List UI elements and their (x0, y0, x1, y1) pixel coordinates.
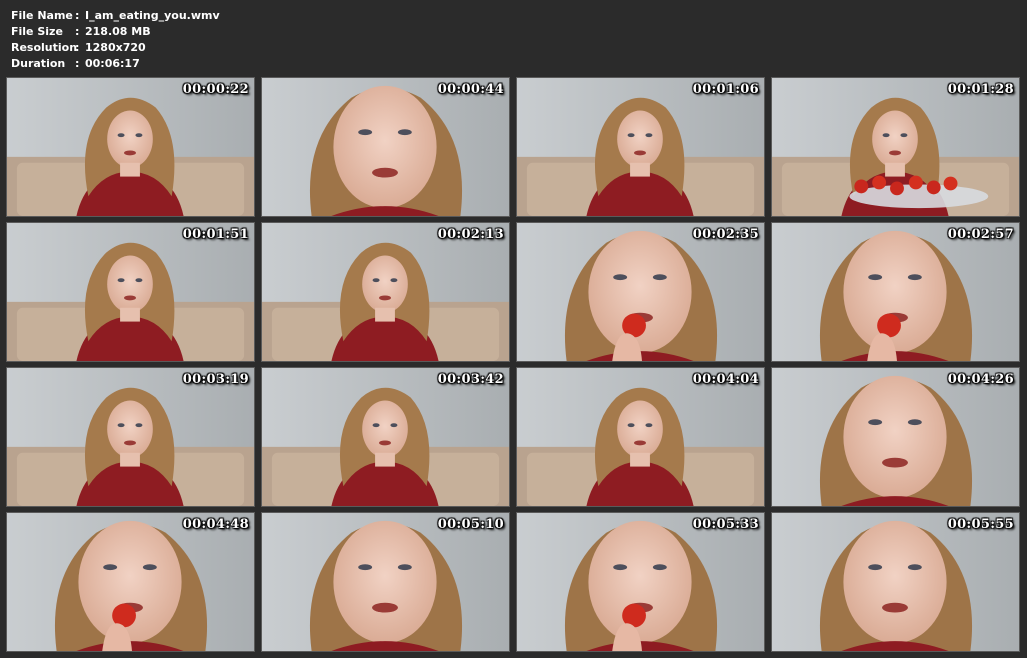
duration-separator: : (75, 57, 80, 70)
file-size-row: File Size : 218.08 MB (11, 24, 220, 40)
thumbnail[interactable]: 00:03:19 (6, 367, 255, 507)
thumbnail[interactable]: 00:04:48 (6, 512, 255, 652)
thumbnail[interactable]: 00:05:55 (771, 512, 1020, 652)
thumbnail[interactable]: 00:05:10 (261, 512, 510, 652)
file-size-label: File Size (11, 25, 63, 38)
thumbnail[interactable]: 00:05:33 (516, 512, 765, 652)
thumbnail-timestamp: 00:03:42 (437, 372, 504, 387)
resolution-separator: : (75, 41, 80, 54)
frame-image (7, 78, 254, 216)
thumbnail-timestamp: 00:04:26 (947, 372, 1014, 387)
frame-image (517, 78, 764, 216)
frame-image (7, 223, 254, 361)
thumbnail[interactable]: 00:01:51 (6, 222, 255, 362)
frame-image (262, 223, 509, 361)
frame-image (517, 223, 764, 361)
thumbnail-timestamp: 00:02:57 (947, 227, 1014, 242)
file-name-separator: : (75, 9, 80, 22)
thumbnail[interactable]: 00:03:42 (261, 367, 510, 507)
frame-image (262, 513, 509, 651)
duration-label: Duration (11, 57, 66, 70)
thumbnail-timestamp: 00:05:10 (437, 517, 504, 532)
thumbnail[interactable]: 00:01:28 (771, 77, 1020, 217)
file-size-value: 218.08 MB (85, 25, 151, 38)
thumbnail-timestamp: 00:01:51 (182, 227, 249, 242)
file-name-value: I_am_eating_you.wmv (85, 9, 220, 22)
thumbnail-timestamp: 00:03:19 (182, 372, 249, 387)
resolution-row: Resolution : 1280x720 (11, 40, 220, 56)
duration-row: Duration : 00:06:17 (11, 56, 220, 72)
thumbnail-timestamp: 00:01:28 (947, 82, 1014, 97)
file-name-label: File Name (11, 9, 73, 22)
frame-image (772, 513, 1019, 651)
thumbnail-timestamp: 00:05:33 (692, 517, 759, 532)
file-info-header: File Name : I_am_eating_you.wmv File Siz… (11, 8, 220, 72)
thumbnail-timestamp: 00:04:48 (182, 517, 249, 532)
resolution-value: 1280x720 (85, 41, 146, 54)
frame-image (772, 78, 1019, 216)
thumbnail-timestamp: 00:01:06 (692, 82, 759, 97)
frame-image (772, 223, 1019, 361)
frame-image (262, 368, 509, 506)
resolution-label: Resolution (11, 41, 78, 54)
thumbnail-grid: 00:00:22 00:00:44 00:01:06 00:01:28 00:0… (6, 77, 1020, 652)
duration-value: 00:06:17 (85, 57, 140, 70)
file-name-row: File Name : I_am_eating_you.wmv (11, 8, 220, 24)
thumbnail-timestamp: 00:00:22 (182, 82, 249, 97)
frame-image (262, 78, 509, 216)
thumbnail-timestamp: 00:05:55 (947, 517, 1014, 532)
frame-image (7, 368, 254, 506)
frame-image (7, 513, 254, 651)
thumbnail-timestamp: 00:02:35 (692, 227, 759, 242)
thumbnail[interactable]: 00:04:04 (516, 367, 765, 507)
thumbnail-timestamp: 00:04:04 (692, 372, 759, 387)
thumbnail[interactable]: 00:02:35 (516, 222, 765, 362)
thumbnail[interactable]: 00:01:06 (516, 77, 765, 217)
frame-image (517, 368, 764, 506)
file-size-separator: : (75, 25, 80, 38)
thumbnail[interactable]: 00:00:44 (261, 77, 510, 217)
thumbnail[interactable]: 00:02:13 (261, 222, 510, 362)
frame-image (517, 513, 764, 651)
thumbnail[interactable]: 00:00:22 (6, 77, 255, 217)
thumbnail[interactable]: 00:04:26 (771, 367, 1020, 507)
thumbnail-timestamp: 00:00:44 (437, 82, 504, 97)
thumbnail[interactable]: 00:02:57 (771, 222, 1020, 362)
thumbnail-timestamp: 00:02:13 (437, 227, 504, 242)
frame-image (772, 368, 1019, 506)
